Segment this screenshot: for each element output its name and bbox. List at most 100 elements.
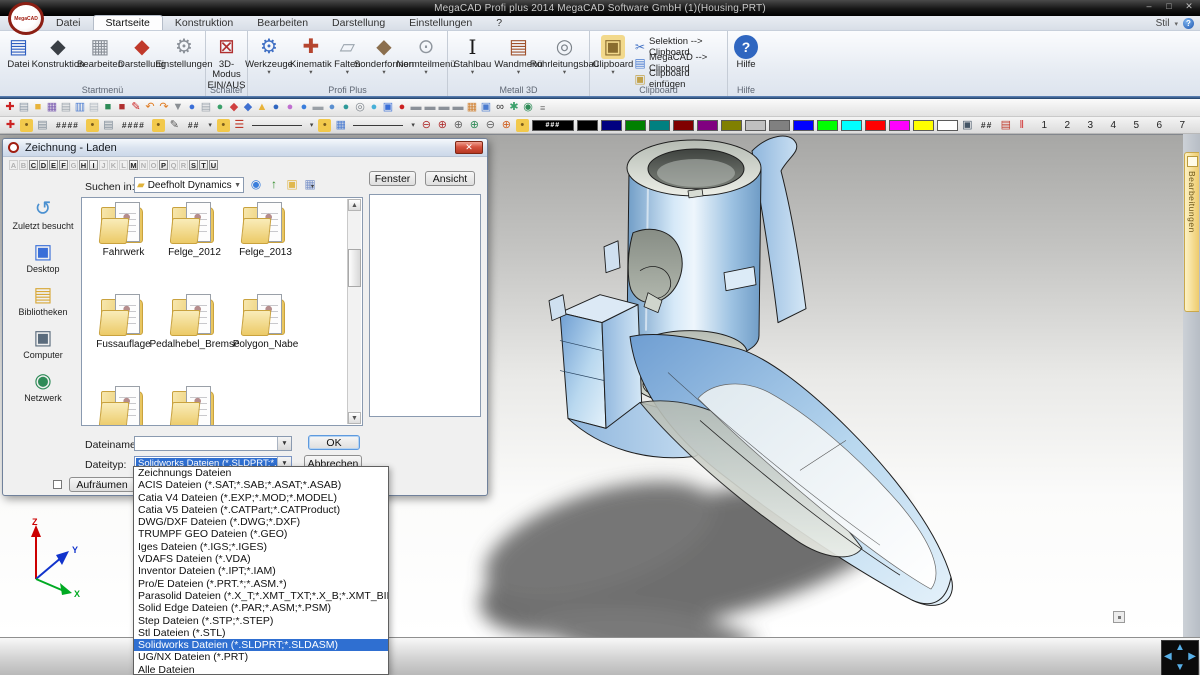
users-icon[interactable]: ● <box>214 101 226 114</box>
lock-icon[interactable]: • <box>20 119 33 132</box>
filetype-option[interactable]: Stl Dateien (*.STL) <box>134 627 388 639</box>
list-icon[interactable]: ▤ <box>999 119 1012 132</box>
pencil-icon[interactable]: ✎ <box>130 101 142 114</box>
books-icon[interactable]: ■ <box>116 101 128 114</box>
letter-filter-button[interactable]: K <box>109 160 118 170</box>
zoom-icon[interactable]: ⊕ <box>452 119 465 132</box>
file-list[interactable]: Fahrwerk Felge_2012 Felge_2013 Fussauf <box>81 197 363 426</box>
color-swatch[interactable] <box>793 120 814 131</box>
undo-icon[interactable]: ↶ <box>144 101 156 114</box>
location-combobox[interactable]: ▰ Deefholt Dynamics ▼ <box>134 177 244 193</box>
layer-number[interactable]: 5 <box>1126 120 1146 131</box>
zoom-in-icon[interactable]: ⊕ <box>436 119 449 132</box>
lock-icon[interactable]: • <box>217 119 230 132</box>
filename-combobox[interactable]: ▼ <box>134 436 292 451</box>
minimize-button[interactable]: – <box>1142 1 1156 12</box>
ribbon-kinematik-button[interactable]: ✚ Kinematik ▾ <box>290 35 332 77</box>
color-swatch[interactable] <box>649 120 670 131</box>
color-swatch[interactable] <box>625 120 646 131</box>
lock-icon[interactable]: • <box>516 119 529 132</box>
monitor-icon[interactable]: ▣ <box>382 101 394 114</box>
letter-filter-button[interactable]: C <box>29 160 38 170</box>
drive-icon[interactable]: ▬ <box>452 101 464 114</box>
book-icon[interactable]: ■ <box>102 101 114 114</box>
letter-filter-button[interactable]: S <box>189 160 198 170</box>
lock-icon[interactable]: • <box>318 119 331 132</box>
page-icon[interactable]: ▤ <box>36 119 49 132</box>
filetype-option[interactable]: Catia V4 Dateien (*.EXP;*.MOD;*.MODEL) <box>134 492 388 504</box>
scrollbar-thumb[interactable] <box>348 249 361 287</box>
scroll-up-arrow-icon[interactable]: ▲ <box>348 199 361 211</box>
tool-red-icon[interactable]: ◆ <box>228 101 240 114</box>
cleanup-checkbox[interactable] <box>53 480 62 489</box>
letter-filter-button[interactable]: M <box>129 160 138 170</box>
drive-blue-icon[interactable]: ▣ <box>480 101 492 114</box>
monitor-icon[interactable]: ▣ <box>961 119 974 132</box>
maximize-button[interactable]: □ <box>1162 1 1176 12</box>
ok-button[interactable]: OK <box>308 435 360 450</box>
color-swatch[interactable] <box>913 120 934 131</box>
window-icon[interactable]: ▦ <box>46 101 58 114</box>
scroll-down-arrow-icon[interactable]: ▼ <box>348 412 361 424</box>
toolbar-item[interactable]: #### <box>56 120 79 130</box>
zoom-out-icon[interactable]: ⊖ <box>420 119 433 132</box>
folder-item[interactable]: Felge_2012 <box>159 202 230 294</box>
ribbon-rohrleitungsbau-button[interactable]: ◎ Rohrleitungsbau ▾ <box>542 35 588 77</box>
pages-icon[interactable]: ▤ <box>88 101 100 114</box>
place-network[interactable]: ◉ Netzwerk <box>8 369 78 403</box>
folder-item[interactable] <box>159 386 230 426</box>
ribbon-sonderformen-button[interactable]: ◆ Sonderformen ▾ <box>363 35 405 77</box>
color-swatch[interactable] <box>601 120 622 131</box>
clipboard-einfuegen-item[interactable]: ▣ Clipboard einfügen <box>633 72 727 86</box>
filetype-option[interactable]: Pro/E Dateien (*.PRT.*;*.ASM.*) <box>134 578 388 590</box>
layer-number[interactable]: 1 <box>1034 120 1054 131</box>
linestyle-preview[interactable] <box>252 125 302 126</box>
clipboard-big-button[interactable]: ▣ Clipboard ▾ <box>593 35 633 77</box>
menu-tab[interactable]: Einstellungen <box>397 16 484 30</box>
ribbon-wandmenu-button[interactable]: ▤ Wandmenü ▾ <box>496 35 542 77</box>
pan-navigation-button[interactable]: ▲ ▼ ◀ ▶ <box>1161 640 1199 675</box>
cylinder-icon[interactable]: ▬ <box>312 101 324 114</box>
drive-icon[interactable]: ▬ <box>438 101 450 114</box>
ribbon-einstellungen-button[interactable]: ⚙ Einstellungen <box>163 35 205 70</box>
folder-item[interactable]: Pedalhebel_Bremse <box>159 294 230 386</box>
letter-filter-button[interactable]: A <box>9 160 18 170</box>
stamp-icon[interactable]: ▼ <box>172 101 184 114</box>
file-list-scrollbar[interactable]: ▲ ▼ <box>347 199 361 424</box>
color-swatch[interactable] <box>937 120 958 131</box>
combo-dropdown-arrow-icon[interactable]: ▼ <box>234 182 243 189</box>
filetype-option[interactable]: Step Dateien (*.STP;*.STEP) <box>134 615 388 627</box>
folder-item[interactable]: Polygon_Nabe <box>230 294 301 386</box>
fenster-button[interactable]: Fenster <box>369 171 416 186</box>
place-computer[interactable]: ▣ Computer <box>8 326 78 360</box>
dropdown-arrow-icon[interactable]: ▾ <box>411 121 415 129</box>
color-swatch[interactable] <box>697 120 718 131</box>
letter-filter-button[interactable]: R <box>179 160 188 170</box>
letter-filter-button[interactable]: U <box>209 160 218 170</box>
lock-icon[interactable]: • <box>152 119 165 132</box>
megacad-logo-icon[interactable]: MegaCAD <box>8 2 44 35</box>
layer-number[interactable]: 4 <box>1103 120 1123 131</box>
color-swatch[interactable] <box>745 120 766 131</box>
color-swatch[interactable] <box>673 120 694 131</box>
add-icon[interactable]: ✚ <box>4 119 17 132</box>
dialog-close-button[interactable]: ✕ <box>455 141 483 154</box>
hatch-icon[interactable]: ▦ <box>334 119 347 132</box>
current-color-swatch[interactable]: ### <box>532 120 574 131</box>
letter-filter-button[interactable]: L <box>119 160 128 170</box>
colors-icon[interactable]: ▦ <box>466 101 478 114</box>
view-menu-icon[interactable]: ▦ <box>303 177 317 191</box>
close-button[interactable]: ✕ <box>1182 1 1196 12</box>
dialog-titlebar[interactable]: Zeichnung - Laden ✕ <box>3 139 487 157</box>
folder-item[interactable] <box>88 386 159 426</box>
menu-tab[interactable]: Datei <box>44 16 93 30</box>
menu-tab[interactable]: Bearbeiten <box>245 16 320 30</box>
drive-icon[interactable]: ▬ <box>424 101 436 114</box>
place-desktop[interactable]: ▣ Desktop <box>8 240 78 274</box>
ribbon-stahlbau-button[interactable]: I Stahlbau ▾ <box>450 35 496 77</box>
place-recent[interactable]: ↺ Zuletzt besucht <box>8 197 78 231</box>
ribbon-3d-mode-toggle[interactable]: ⊠ 3D-Modus EIN/AUS <box>206 35 247 91</box>
red-ball-icon[interactable]: ● <box>396 101 408 114</box>
folder-item[interactable]: Fahrwerk <box>88 202 159 294</box>
ribbon-konstruktion-button[interactable]: ◆ Konstruktion <box>37 35 79 70</box>
